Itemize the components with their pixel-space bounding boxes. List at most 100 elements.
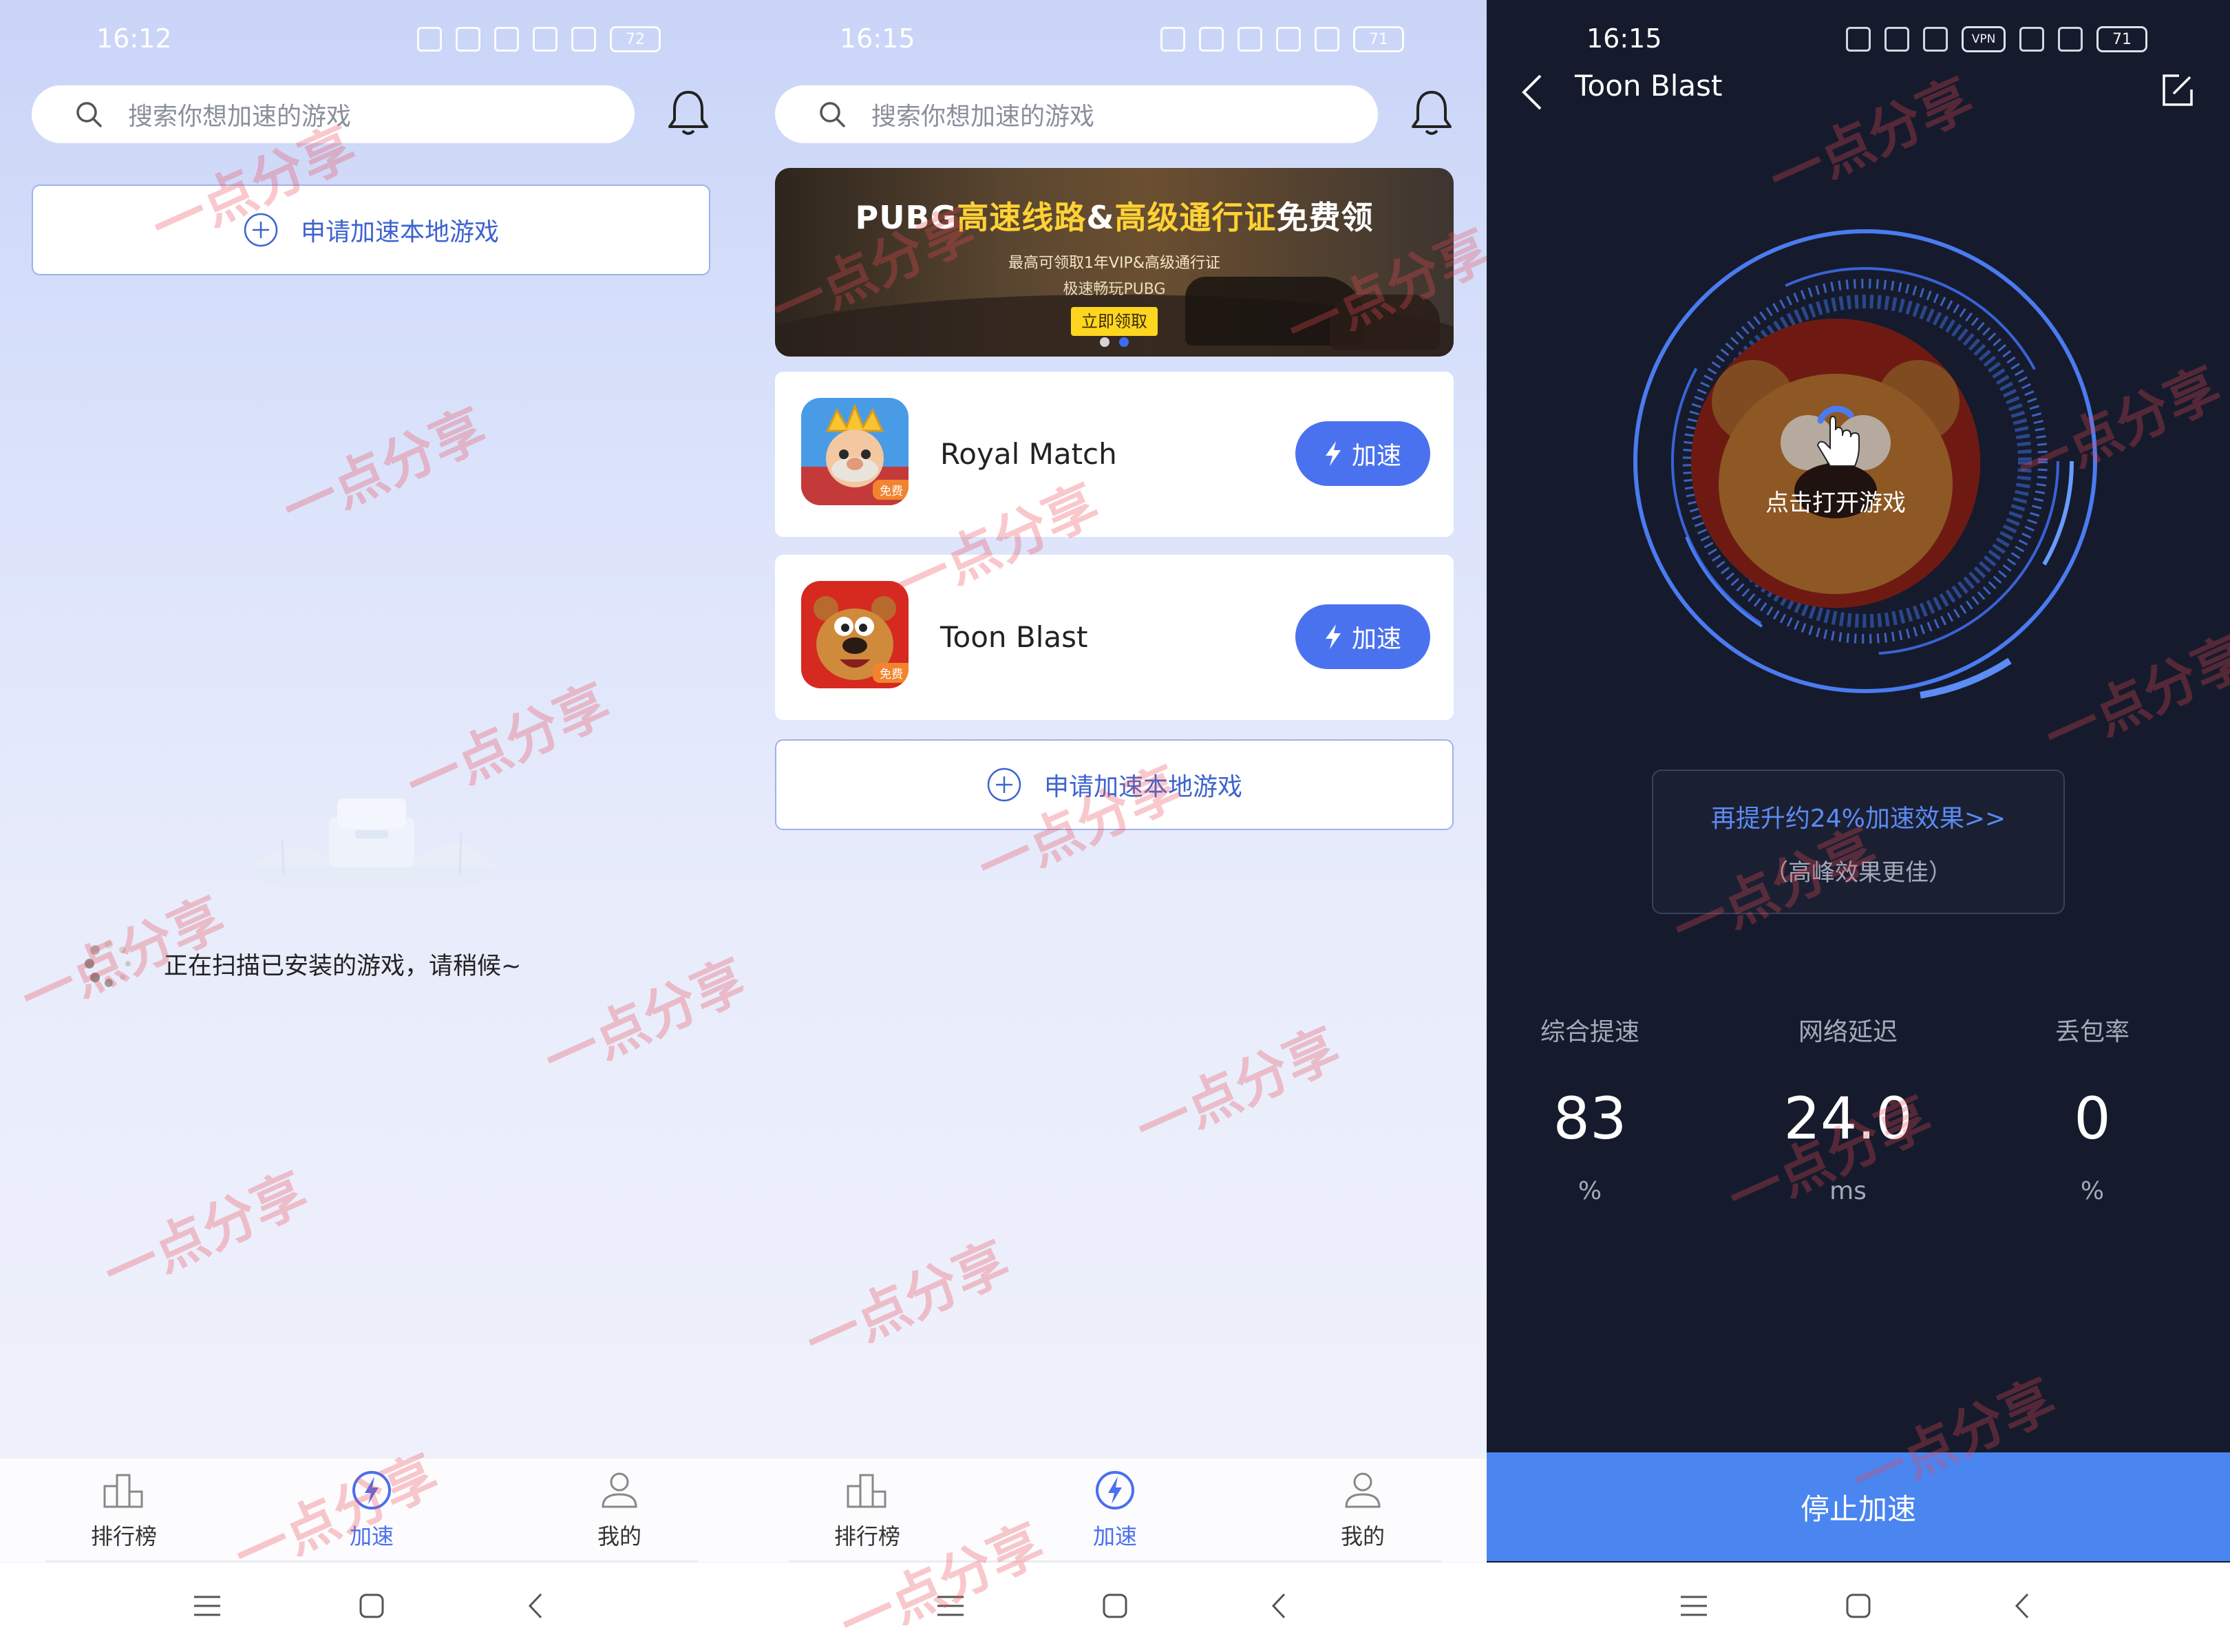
game-card-royal-match[interactable]: 免费 Royal Match 加速 [775, 372, 1454, 537]
add-local-game-button[interactable]: 申请加速本地游戏 [32, 184, 710, 275]
back-nav-icon[interactable] [2006, 1589, 2040, 1623]
status-bar: 16:15 71 [743, 0, 1487, 83]
status-icons: 72 [417, 26, 661, 52]
bell-icon[interactable] [666, 88, 710, 138]
metric-label: 丢包率 [2054, 1018, 2130, 1046]
toon-blast-icon: 免费 [801, 581, 909, 688]
back-nav-icon[interactable] [519, 1589, 553, 1623]
nav-boost-label: 加速 [349, 1523, 394, 1549]
boost-button-toon-blast[interactable]: 加速 [1295, 604, 1430, 669]
bell-icon[interactable] [1410, 88, 1454, 138]
stop-boost-button[interactable]: 停止加速 [1487, 1452, 2230, 1561]
metric-label: 综合提速 [1540, 1018, 1639, 1046]
battery-icon: 71 [1353, 26, 1404, 52]
edit-icon[interactable] [2158, 72, 2196, 109]
status-time: 16:12 [96, 23, 172, 54]
metric-latency: 网络延迟 24.0 ms [1745, 1012, 1951, 1205]
alarm-icon [494, 27, 519, 52]
mute-icon [1884, 27, 1909, 52]
status-bar: 16:12 72 [0, 0, 743, 83]
nav-ranking-label: 排行榜 [90, 1523, 157, 1549]
nfc-icon [417, 27, 442, 52]
nav-mine-label: 我的 [597, 1523, 641, 1549]
menu-icon[interactable] [190, 1589, 224, 1623]
metric-value: 83 [1553, 1085, 1627, 1152]
alarm-icon [1238, 27, 1262, 52]
banner-pagination [775, 337, 1454, 347]
user-icon [602, 1472, 637, 1508]
nav-mine[interactable]: 我的 [1294, 1468, 1432, 1551]
ranking-icon [847, 1474, 886, 1508]
wifi-icon [571, 27, 596, 52]
nav-boost[interactable]: 加速 [303, 1468, 440, 1551]
wifi-icon [2058, 27, 2083, 52]
scanning-text: 正在扫描已安装的游戏，请稍候~ [164, 952, 522, 980]
metric-value: 24.0 [1783, 1085, 1913, 1152]
mute-icon [456, 27, 480, 52]
search-input[interactable]: 搜索你想加速的游戏 [775, 85, 1378, 143]
promo-banner[interactable]: PUBG高速线路&高级通行证免费领 最高可领取1年VIP&高级通行证 极速畅玩P… [775, 168, 1454, 357]
plus-circle-icon [987, 767, 1021, 802]
banner-claim-button[interactable]: 立即领取 [1071, 307, 1158, 336]
watermark: 一点分享 [797, 1230, 1019, 1375]
user-icon [1345, 1472, 1381, 1508]
search-input[interactable]: 搜索你想加速的游戏 [32, 85, 635, 143]
system-nav [743, 1563, 1487, 1652]
add-local-game-label: 申请加速本地游戏 [300, 218, 499, 246]
back-icon[interactable] [1520, 72, 1544, 113]
tap-hand-icon [1816, 405, 1860, 467]
search-placeholder: 搜索你想加速的游戏 [871, 103, 1095, 131]
boost-button-royal-match[interactable]: 加速 [1295, 421, 1430, 486]
watermark: 一点分享 [95, 1161, 317, 1306]
empty-box-illustration [248, 798, 496, 888]
watermark: 一点分享 [535, 948, 743, 1092]
add-local-game-button[interactable]: 申请加速本地游戏 [775, 739, 1454, 830]
nav-mine[interactable]: 我的 [551, 1468, 688, 1551]
alarm-icon [1923, 27, 1948, 52]
status-time: 16:15 [1586, 23, 1662, 54]
pagination-dot-active[interactable] [1119, 337, 1129, 347]
nav-ranking[interactable]: 排行榜 [798, 1468, 936, 1551]
watermark: 一点分享 [1127, 1017, 1349, 1161]
boost-button-label: 加速 [1351, 442, 1401, 470]
game-name: Royal Match [940, 437, 1117, 471]
nav-ranking[interactable]: 排行榜 [55, 1468, 193, 1551]
home-icon[interactable] [354, 1589, 389, 1623]
metric-speedup: 综合提速 83 % [1487, 1012, 1693, 1205]
home-icon[interactable] [1841, 1589, 1876, 1623]
nav-mine-label: 我的 [1340, 1523, 1385, 1549]
game-name: Toon Blast [940, 620, 1088, 654]
game-card-toon-blast[interactable]: 免费 Toon Blast 加速 [775, 555, 1454, 720]
signal-icon [2019, 27, 2044, 52]
search-placeholder: 搜索你想加速的游戏 [128, 103, 352, 131]
banner-title: PUBG高速线路&高级通行证免费领 [855, 199, 1374, 236]
plus-circle-icon [244, 213, 278, 247]
menu-icon[interactable] [1677, 1589, 1711, 1623]
watermark: 一点分享 [274, 397, 496, 542]
mute-icon [1199, 27, 1224, 52]
status-icons: VPN 71 [1846, 26, 2147, 52]
add-local-game-label: 申请加速本地游戏 [1043, 773, 1242, 801]
pagination-dot[interactable] [1100, 337, 1109, 347]
menu-icon[interactable] [933, 1589, 968, 1623]
metric-packet-loss: 丢包率 0 % [1989, 1012, 2196, 1205]
upgrade-boost-card[interactable]: 再提升约24%加速效果>> （高峰效果更佳） [1652, 770, 2065, 914]
game-title: Toon Blast [1575, 69, 1723, 103]
back-nav-icon[interactable] [1262, 1589, 1297, 1623]
metric-unit: ms [1829, 1177, 1867, 1205]
banner-subtitle: 最高可领取1年VIP&高级通行证 [1008, 255, 1220, 272]
home-icon[interactable] [1098, 1589, 1132, 1623]
nav-boost[interactable]: 加速 [1046, 1468, 1184, 1551]
battery-icon: 71 [2096, 26, 2147, 52]
screen-boosting: 16:15 VPN 71 Toon Blast 点击打开游戏 再提升约24%加速… [1487, 0, 2230, 1652]
metric-label: 网络延迟 [1798, 1018, 1898, 1046]
nfc-icon [1160, 27, 1185, 52]
upgrade-boost-link[interactable]: 再提升约24%加速效果>> [1653, 798, 2063, 834]
nav-boost-label: 加速 [1092, 1523, 1137, 1549]
search-icon [76, 102, 102, 127]
search-icon [820, 102, 845, 127]
royal-match-icon: 免费 [801, 398, 909, 505]
nav-ranking-label: 排行榜 [833, 1523, 900, 1549]
screen-game-list: 16:15 71 搜索你想加速的游戏 PUBG高速线路&高级通行证免费领 最高可… [743, 0, 1487, 1652]
open-game-button[interactable]: 点击打开游戏 [1691, 319, 1980, 608]
